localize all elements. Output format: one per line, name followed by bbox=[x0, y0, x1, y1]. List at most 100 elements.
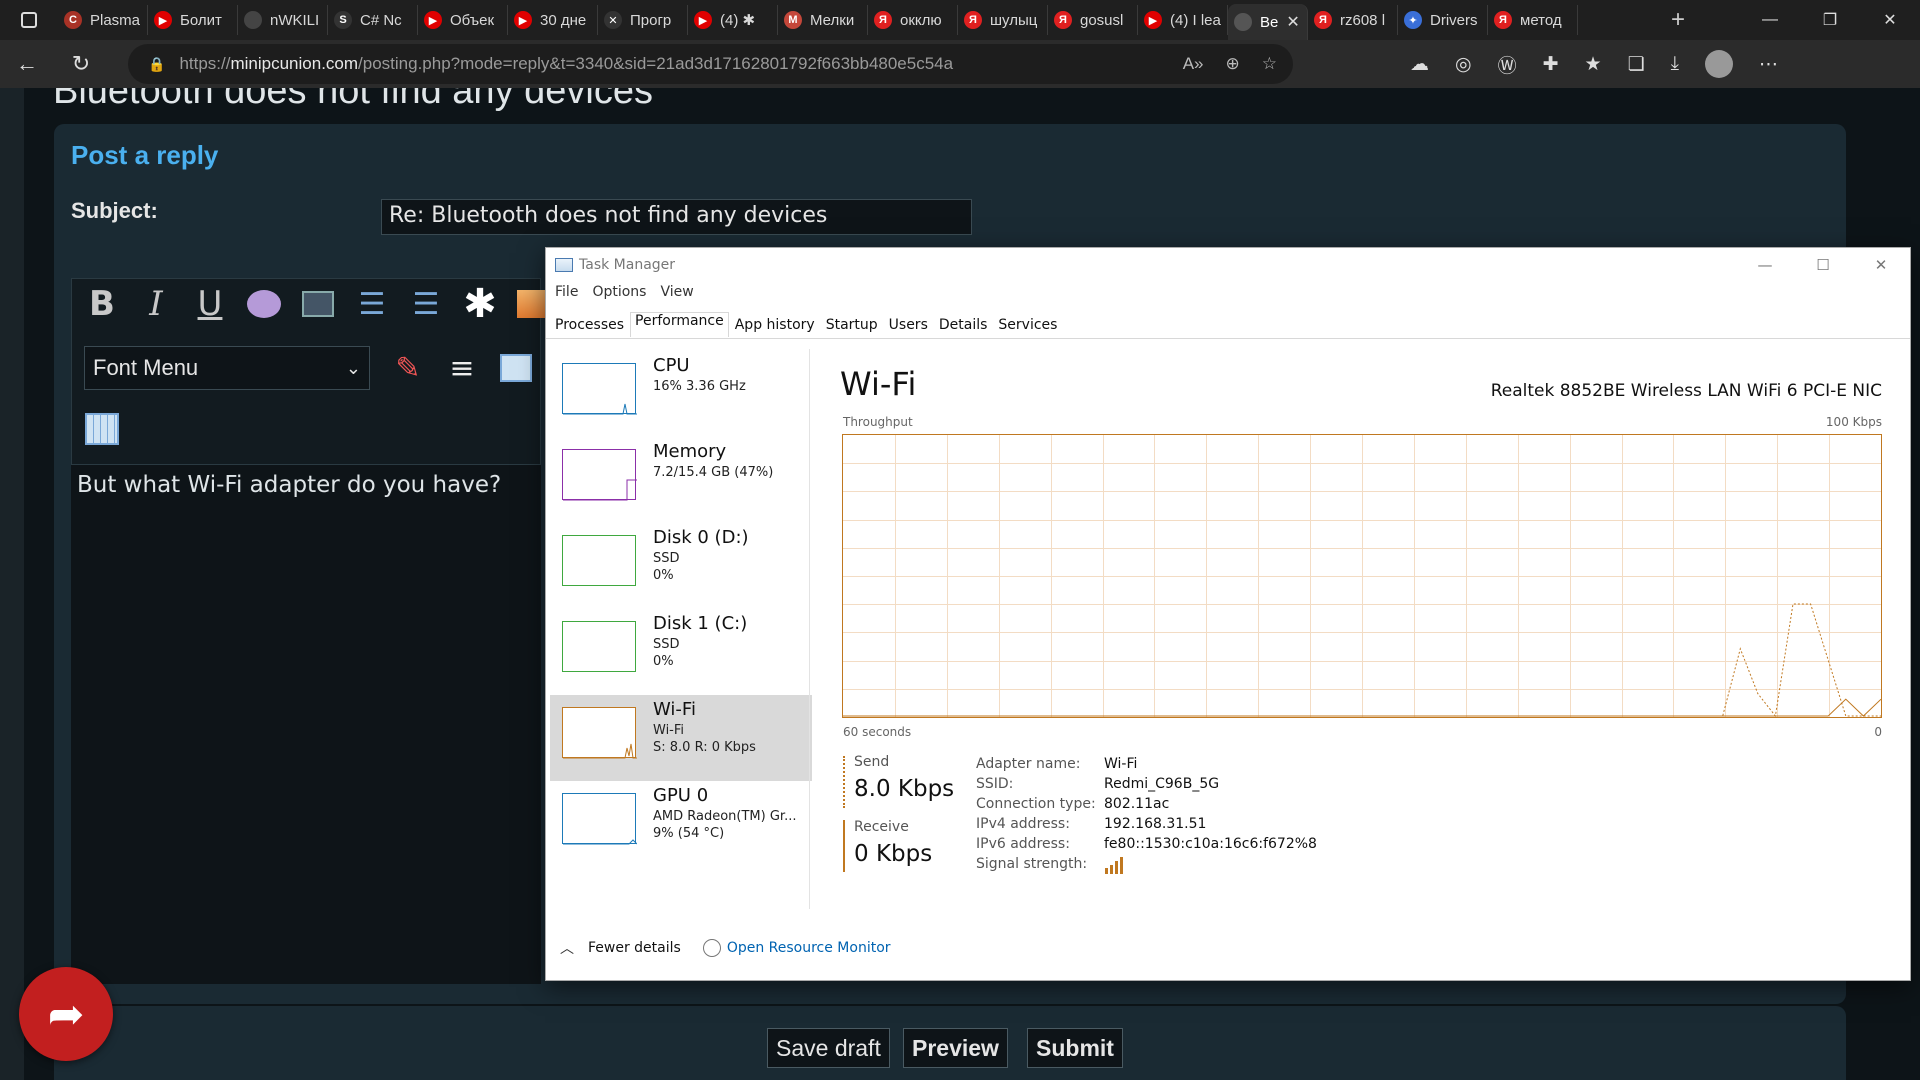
profile-avatar[interactable] bbox=[1705, 50, 1734, 78]
tab-title: gosusl bbox=[1080, 11, 1124, 29]
bold-button[interactable]: B bbox=[84, 284, 120, 324]
collections-icon[interactable]: ❏ bbox=[1628, 53, 1645, 76]
open-resource-monitor-link[interactable]: Open Resource Monitor bbox=[727, 940, 891, 956]
save-draft-button[interactable]: Save draft bbox=[767, 1028, 890, 1068]
tm-tab-details[interactable]: Details bbox=[934, 314, 993, 337]
tab-favicon-icon bbox=[244, 11, 262, 29]
topic-title: Bluetooth does not find any devices bbox=[53, 88, 653, 112]
tm-menu-file[interactable]: File bbox=[555, 284, 578, 308]
tm-menu-options[interactable]: Options bbox=[592, 284, 646, 308]
glasses-extension-icon[interactable]: ◎ bbox=[1455, 53, 1472, 76]
numbered-list-button[interactable]: ☰ bbox=[408, 286, 444, 322]
favorites-icon[interactable]: ★ bbox=[1585, 53, 1602, 76]
perf-item-name: GPU 0 bbox=[653, 785, 709, 806]
browser-tab[interactable]: ▶ Объек bbox=[418, 5, 508, 35]
url-text[interactable]: https://minipcunion.com/posting.php?mode… bbox=[179, 54, 953, 74]
zoom-icon[interactable]: ⊕ bbox=[1226, 54, 1240, 74]
tm-tab-users[interactable]: Users bbox=[884, 314, 933, 337]
restore-button[interactable]: ❐ bbox=[1800, 0, 1860, 40]
downloads-icon[interactable]: ⤓ bbox=[1671, 53, 1679, 75]
perf-item-wi-fi[interactable]: Wi-Fi Wi-Fi S: 8.0 R: 0 Kbps bbox=[550, 695, 812, 781]
perf-item-detail: SSD bbox=[653, 551, 680, 566]
preview-button[interactable]: Preview bbox=[903, 1028, 1008, 1068]
back-button[interactable]: ← bbox=[0, 44, 54, 84]
browser-tab[interactable]: nWKILI bbox=[238, 5, 328, 35]
cloud-extension-icon[interactable]: ☁ bbox=[1410, 53, 1429, 76]
tm-tab-processes[interactable]: Processes bbox=[550, 314, 629, 337]
fewer-details-link[interactable]: Fewer details bbox=[588, 940, 681, 956]
tab-title: Drivers bbox=[1430, 11, 1478, 29]
share-button[interactable]: ➦ bbox=[19, 967, 113, 1061]
tm-close-button[interactable]: ✕ bbox=[1852, 248, 1910, 282]
perf-item-graph bbox=[562, 621, 636, 672]
maximize-icon: ☐ bbox=[1816, 256, 1830, 274]
submit-button[interactable]: Submit bbox=[1027, 1028, 1123, 1068]
tm-maximize-button[interactable]: ☐ bbox=[1794, 248, 1852, 282]
italic-button[interactable]: I bbox=[138, 284, 174, 324]
minimize-button[interactable]: — bbox=[1740, 0, 1800, 40]
underline-button[interactable]: U bbox=[192, 284, 228, 324]
browser-tab[interactable]: ▶ (4) I lea bbox=[1138, 5, 1228, 35]
read-aloud-icon[interactable]: A» bbox=[1183, 54, 1204, 74]
detail-key: Adapter name: bbox=[976, 756, 1081, 772]
code-button[interactable] bbox=[300, 286, 336, 322]
list-item-button[interactable]: ✱ bbox=[462, 281, 498, 327]
tm-titlebar[interactable]: Task Manager — ☐ ✕ bbox=[546, 248, 1910, 282]
browser-tab[interactable]: Be ✕ bbox=[1228, 4, 1308, 40]
tm-menu-view[interactable]: View bbox=[660, 284, 693, 308]
highlight-button[interactable]: ✎ bbox=[390, 350, 426, 386]
tm-title: Task Manager bbox=[579, 257, 676, 273]
browser-tab[interactable]: Яшулыц bbox=[958, 5, 1048, 35]
tm-tab-app-history[interactable]: App history bbox=[730, 314, 820, 337]
browser-tab[interactable]: M Мелки bbox=[778, 5, 868, 35]
refresh-button[interactable]: ↻ bbox=[54, 44, 108, 84]
tm-tab-performance[interactable]: Performance bbox=[630, 312, 729, 337]
quote-button[interactable] bbox=[246, 286, 282, 322]
perf-item-disk-0-d[interactable]: Disk 0 (D:) SSD 0% bbox=[550, 523, 812, 609]
address-bar[interactable]: 🔒 https://minipcunion.com/posting.php?mo… bbox=[128, 44, 1293, 84]
add-favorite-icon[interactable]: ☆ bbox=[1262, 54, 1277, 74]
browser-tab[interactable]: Яrz608 l bbox=[1308, 5, 1398, 35]
send-value: 8.0 Kbps bbox=[854, 776, 955, 802]
browser-tab[interactable]: Яgosusl bbox=[1048, 5, 1138, 35]
tm-minimize-button[interactable]: — bbox=[1736, 248, 1794, 282]
perf-item-gpu-0[interactable]: GPU 0 AMD Radeon(TM) Gr... 9% (54 °C) bbox=[550, 781, 812, 867]
detail-key: IPv4 address: bbox=[976, 816, 1070, 832]
bullet-list-button[interactable]: ☰ bbox=[354, 286, 390, 322]
browser-tab[interactable]: ▶ 30 дне bbox=[508, 5, 598, 35]
browser-tab[interactable]: ✕ Прогр bbox=[598, 5, 688, 35]
browser-tab[interactable]: Яметод bbox=[1488, 5, 1578, 35]
tm-tab-services[interactable]: Services bbox=[993, 314, 1062, 337]
more-menu-icon[interactable]: ⋯ bbox=[1759, 53, 1778, 76]
align-button[interactable]: ≡ bbox=[444, 350, 480, 386]
table-button[interactable] bbox=[84, 411, 120, 447]
perf-item-disk-1-c[interactable]: Disk 1 (C:) SSD 0% bbox=[550, 609, 812, 695]
new-tab-button[interactable]: + bbox=[1658, 0, 1698, 40]
perf-item-memory[interactable]: Memory 7.2/15.4 GB (47%) bbox=[550, 437, 812, 523]
tm-tab-startup[interactable]: Startup bbox=[821, 314, 883, 337]
tab-title: rz608 l bbox=[1340, 11, 1386, 29]
tab-title: шулыц bbox=[990, 11, 1038, 29]
browser-tab[interactable]: ▶ Болит bbox=[148, 5, 238, 35]
layout-button[interactable] bbox=[498, 350, 534, 386]
message-text[interactable]: But what Wi-Fi adapter do you have? bbox=[77, 472, 501, 498]
browser-tab[interactable]: Яокклю bbox=[868, 5, 958, 35]
close-window-button[interactable]: ✕ bbox=[1860, 0, 1920, 40]
perf-item-detail: 0% bbox=[653, 568, 674, 583]
browser-tab[interactable]: S C# Nc bbox=[328, 5, 418, 35]
browser-tab[interactable]: ✦ Drivers bbox=[1398, 5, 1488, 35]
message-textarea[interactable] bbox=[71, 464, 541, 984]
bold-icon: B bbox=[89, 284, 115, 324]
code-icon bbox=[302, 291, 334, 317]
tab-actions-button[interactable] bbox=[0, 0, 58, 40]
extensions-icon[interactable]: ✚ bbox=[1543, 53, 1559, 76]
browser-tab[interactable]: ▶ (4) ✱ bbox=[688, 5, 778, 35]
subject-input[interactable]: Re: Bluetooth does not find any devices bbox=[381, 199, 972, 235]
w-extension-icon[interactable]: Ⓦ bbox=[1498, 51, 1517, 78]
chevron-up-icon[interactable]: ︿ bbox=[560, 938, 574, 958]
font-menu-select[interactable]: Font Menu ⌄ bbox=[84, 346, 370, 390]
perf-item-cpu[interactable]: CPU 16% 3.36 GHz bbox=[550, 351, 812, 437]
tab-favicon-icon: C bbox=[64, 11, 82, 29]
browser-tab[interactable]: C Plasma bbox=[58, 5, 148, 35]
tab-close-icon[interactable]: ✕ bbox=[1286, 12, 1299, 32]
